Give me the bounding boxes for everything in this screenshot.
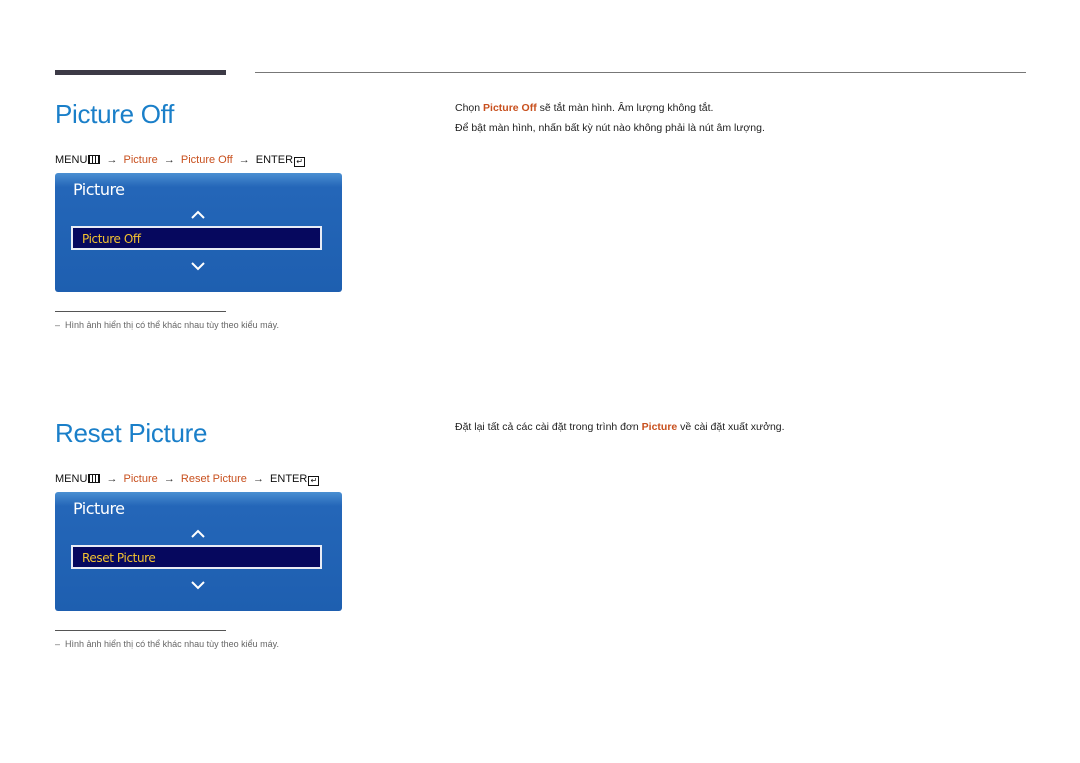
osd-title: Picture: [73, 180, 125, 199]
arrow: →: [163, 473, 175, 485]
enter-return-icon: ↵: [294, 157, 306, 167]
arrow: →: [238, 154, 250, 166]
menu-path: MENU → Picture → Picture Off → ENTER ↵: [55, 154, 306, 167]
menu-grid-icon: [88, 474, 101, 483]
header-thin-rule: [255, 72, 1026, 73]
enter-return-icon: ↵: [308, 476, 320, 486]
osd-item-label: Picture Off: [82, 232, 141, 246]
menu-path-step: Picture: [123, 473, 158, 485]
chevron-down-icon[interactable]: [191, 580, 205, 590]
menu-path: MENU → Picture → Reset Picture → ENTER ↵: [55, 473, 320, 486]
menu-path-step: Picture Off: [180, 154, 233, 166]
note-rule: [55, 630, 226, 631]
menu-grid-icon: [88, 155, 101, 164]
osd-menu-panel: Picture Reset Picture: [55, 492, 342, 611]
osd-selected-item[interactable]: Reset Picture: [71, 545, 322, 569]
desc-highlight: Picture: [641, 421, 678, 433]
menu-path-step: Picture: [123, 154, 158, 166]
footnote: – Hình ảnh hiển thị có thể khác nhau tùy …: [55, 320, 279, 330]
note-dash: –: [55, 320, 61, 330]
section-title: Reset Picture: [55, 418, 208, 448]
note-rule: [55, 311, 226, 312]
header-thick-rule: [55, 70, 226, 75]
desc-highlight: Picture Off: [483, 102, 537, 114]
chevron-up-icon[interactable]: [191, 529, 205, 539]
note-text: Hình ảnh hiển thị có thể khác nhau tùy t…: [65, 639, 279, 649]
footnote: – Hình ảnh hiển thị có thể khác nhau tùy …: [55, 639, 279, 649]
arrow: →: [106, 154, 118, 166]
arrow: →: [163, 154, 175, 166]
desc-text: Để bật màn hình, nhấn bất kỳ nút nào khô…: [455, 122, 765, 134]
section-title: Picture Off: [55, 99, 175, 129]
osd-menu-panel: Picture Picture Off: [55, 173, 342, 292]
description-line: Chọn Picture Off sẽ tắt màn hình. Âm lượ…: [455, 102, 713, 114]
enter-label: ENTER: [270, 473, 308, 485]
description-line: Để bật màn hình, nhấn bất kỳ nút nào khô…: [455, 122, 765, 134]
chevron-up-icon[interactable]: [191, 210, 205, 220]
enter-label: ENTER: [255, 154, 294, 166]
osd-item-label: Reset Picture: [82, 551, 156, 565]
menu-path-step: Reset Picture: [180, 473, 247, 485]
menu-label: MENU: [55, 473, 88, 485]
arrow: →: [252, 473, 264, 485]
chevron-down-icon[interactable]: [191, 261, 205, 271]
arrow: →: [106, 473, 118, 485]
desc-text: về cài đặt xuất xưởng.: [677, 421, 785, 433]
note-text: Hình ảnh hiển thị có thể khác nhau tùy t…: [65, 320, 279, 330]
desc-text: sẽ tắt màn hình. Âm lượng không tắt.: [536, 102, 714, 114]
description-line: Đặt lại tất cả các cài đặt trong trình đ…: [455, 421, 785, 433]
osd-selected-item[interactable]: Picture Off: [71, 226, 322, 250]
desc-text: Đặt lại tất cả các cài đặt trong trình đ…: [455, 421, 642, 433]
desc-text: Chọn: [455, 102, 484, 114]
menu-label: MENU: [55, 154, 88, 166]
note-dash: –: [55, 639, 61, 649]
osd-title: Picture: [73, 499, 125, 518]
